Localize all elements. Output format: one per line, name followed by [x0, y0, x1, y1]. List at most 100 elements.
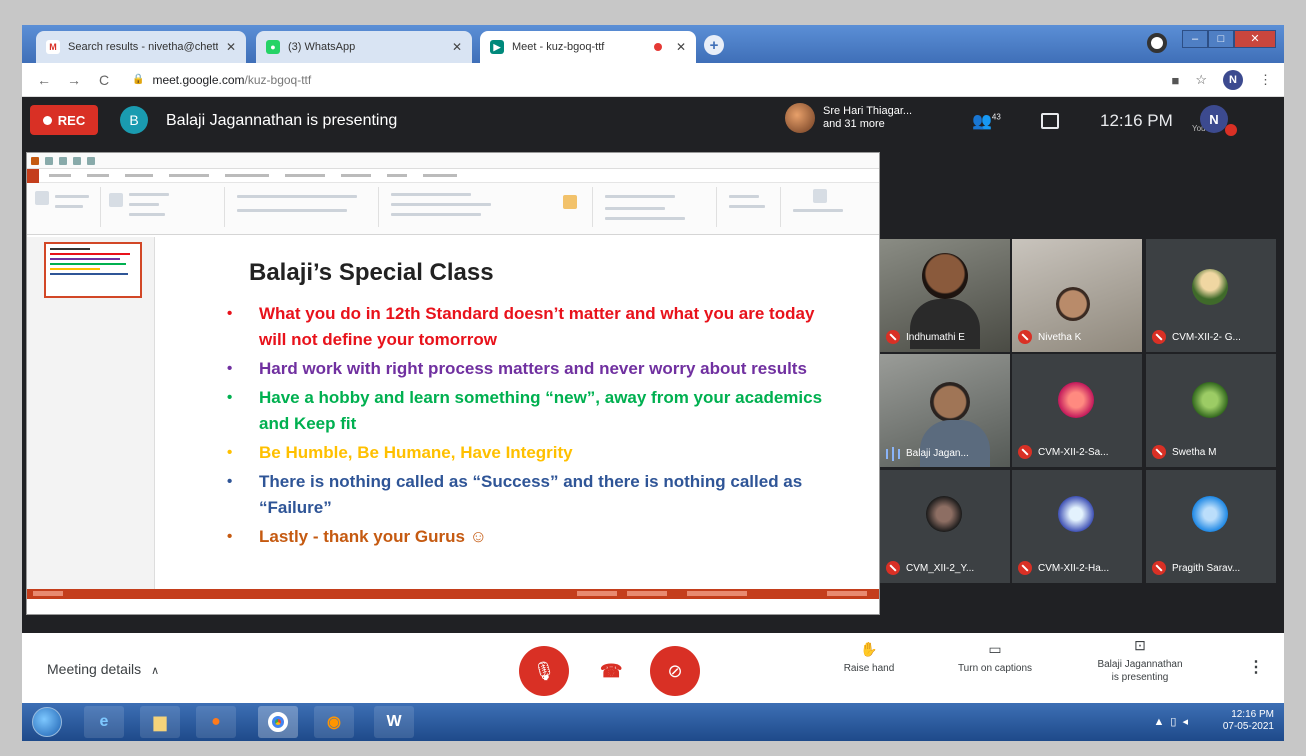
participant-name-text: CVM-XII-2- G...	[1172, 331, 1241, 343]
camera-off-icon: ⊘	[667, 660, 683, 681]
word-icon[interactable]: W	[374, 706, 414, 738]
media-player-icon[interactable]: ●	[196, 706, 236, 738]
participant-summary[interactable]: Sre Hari Thiagar... and 31 more	[785, 103, 912, 133]
participant-tile[interactable]: Pragith Sarav...	[1146, 470, 1276, 583]
camera-toggle-button[interactable]: ⊘	[650, 646, 700, 696]
people-icon[interactable]: 👥43	[972, 111, 1001, 131]
slide-bullet: • Have a hobby and learn something “new”,…	[225, 385, 825, 437]
gmail-icon: M	[46, 40, 60, 54]
camera-icon[interactable]: ■	[1171, 73, 1179, 88]
slide-thumbnail[interactable]	[44, 242, 142, 298]
taskbar-clock[interactable]: 12:16 PM 07-05-2021	[1223, 709, 1274, 733]
participant-tile[interactable]: CVM-XII-2-Sa...	[1012, 354, 1142, 467]
present-button[interactable]: ⊡ Balaji Jagannathan is presenting	[1090, 638, 1190, 684]
slide-title: Balaji’s Special Class	[249, 259, 494, 286]
bullet-text: There is nothing called as “Success” and…	[259, 472, 803, 517]
slide-bullet: • There is nothing called as “Success” an…	[225, 469, 825, 521]
bullet-text: Have a hobby and learn something “new”, …	[259, 388, 823, 433]
meeting-details-button[interactable]: Meeting details ∧	[47, 661, 159, 677]
reload-icon[interactable]: C	[96, 72, 112, 88]
mic-off-icon	[886, 330, 900, 344]
ppt-tab	[169, 174, 209, 177]
close-icon[interactable]: ✕	[452, 40, 462, 54]
slide-bullet: • Hard work with right process matters an…	[225, 356, 825, 382]
meet-icon: ▶	[490, 40, 504, 54]
mic-toggle-button[interactable]: 🎙	[519, 646, 569, 696]
chrome-profile-icon[interactable]	[1147, 33, 1167, 53]
url-field[interactable]: meet.google.com/kuz-bgoq-ttf	[152, 73, 311, 87]
save-icon	[45, 156, 53, 165]
firefox-icon[interactable]: ◉	[314, 706, 354, 738]
self-avatar[interactable]: N	[1200, 105, 1228, 133]
close-window-button[interactable]: ✕	[1234, 30, 1276, 48]
chrome-icon[interactable]	[258, 706, 298, 738]
captions-button[interactable]: ▭ Turn on captions	[950, 642, 1040, 675]
forward-icon[interactable]: →	[66, 72, 82, 88]
whatsapp-icon: ●	[266, 40, 280, 54]
participant-photo	[785, 103, 815, 133]
ppt-tab	[49, 174, 71, 177]
slide-bullet: • Lastly - thank your Gurus ☺	[225, 524, 825, 550]
participant-tile[interactable]: Nivetha K	[1012, 239, 1142, 352]
phone-icon: ☎	[600, 661, 623, 681]
slide-bullet: • What you do in 12th Standard doesn’t ma…	[225, 301, 825, 353]
close-icon[interactable]: ✕	[226, 40, 236, 54]
participant-tile[interactable]: Balaji Jagan...	[880, 354, 1010, 467]
participant-tile[interactable]: CVM_XII-2_Y...	[880, 470, 1010, 583]
tab-whatsapp[interactable]: ● (3) WhatsApp ✕	[256, 31, 472, 63]
ppt-tab	[87, 174, 109, 177]
chevron-up-icon: ∧	[151, 665, 160, 677]
ribbon-group	[597, 187, 717, 227]
ppt-titlebar	[27, 153, 879, 169]
ppt-ribbon-tabs	[27, 168, 879, 183]
bullet-text: Be Humble, Be Humane, Have Integrity	[259, 443, 573, 462]
menu-icon[interactable]: ⋮	[1259, 72, 1272, 88]
minimize-button[interactable]: –	[1182, 30, 1208, 48]
powerpoint-icon	[31, 156, 39, 165]
address-bar: ← → C 🔒 meet.google.com/kuz-bgoq-ttf ■ ☆…	[22, 63, 1284, 97]
back-icon[interactable]: ←	[36, 72, 52, 88]
ie-icon[interactable]: e	[84, 706, 124, 738]
url-path: /kuz-bgoq-ttf	[244, 72, 312, 87]
participant-name: CVM-XII-2-Ha...	[1018, 561, 1109, 575]
lock-icon[interactable]: 🔒	[132, 74, 144, 85]
tab-gmail[interactable]: M Search results - nivetha@chettin ✕	[36, 31, 246, 63]
mic-off-icon	[1152, 445, 1166, 459]
participant-name: Nivetha K	[1018, 330, 1081, 344]
participant-tile[interactable]: Indhumathi E	[880, 239, 1010, 352]
chat-icon[interactable]	[1040, 113, 1059, 129]
slideshow-icon	[87, 156, 95, 165]
slide-bullet-list: • What you do in 12th Standard doesn’t ma…	[225, 301, 825, 553]
folder-icon[interactable]: ▆	[140, 706, 180, 738]
participant-tile[interactable]: CVM-XII-2- G...	[1146, 239, 1276, 352]
profile-avatar[interactable]: N	[1223, 70, 1243, 90]
browser-tab-bar: M Search results - nivetha@chettin ✕ ● (…	[22, 25, 1284, 63]
more-options-icon[interactable]: ⋮	[1248, 657, 1264, 677]
ribbon-group	[229, 187, 379, 227]
url-host: meet.google.com	[152, 72, 245, 87]
maximize-button[interactable]: □	[1208, 30, 1234, 48]
participant-name-text: CVM-XII-2-Ha...	[1038, 562, 1110, 574]
bullet-icon: •	[227, 473, 233, 490]
slide-canvas: Balaji’s Special Class • What you do in 1…	[155, 237, 879, 589]
star-icon[interactable]: ☆	[1195, 72, 1207, 88]
mic-off-icon	[1152, 561, 1166, 575]
raise-hand-button[interactable]: ✋ Raise hand	[834, 642, 904, 675]
meet-clock: 12:16 PM	[1100, 111, 1173, 130]
new-tab-button[interactable]: +	[704, 35, 724, 55]
system-tray-icons[interactable]: ▲▯◂	[1154, 715, 1194, 728]
close-icon[interactable]: ✕	[676, 40, 686, 54]
start-button[interactable]	[32, 707, 62, 737]
ppt-status-bar	[27, 589, 879, 599]
rec-label: REC	[57, 112, 86, 128]
tab-meet[interactable]: ▶ Meet - kuz-bgoq-ttf ✕	[480, 31, 696, 63]
participant-name: Swetha M	[1152, 445, 1216, 459]
participant-tile[interactable]: Swetha M	[1146, 354, 1276, 467]
bullet-icon: •	[227, 389, 233, 406]
hang-up-button[interactable]: ☎	[600, 661, 622, 682]
participant-tile[interactable]: CVM-XII-2-Ha...	[1012, 470, 1142, 583]
ppt-tab	[225, 174, 269, 177]
bullet-icon: •	[227, 528, 233, 545]
tab-title: Search results - nivetha@chettin	[68, 41, 218, 53]
presenting-banner: Balaji Jagannathan is presenting	[166, 112, 398, 129]
